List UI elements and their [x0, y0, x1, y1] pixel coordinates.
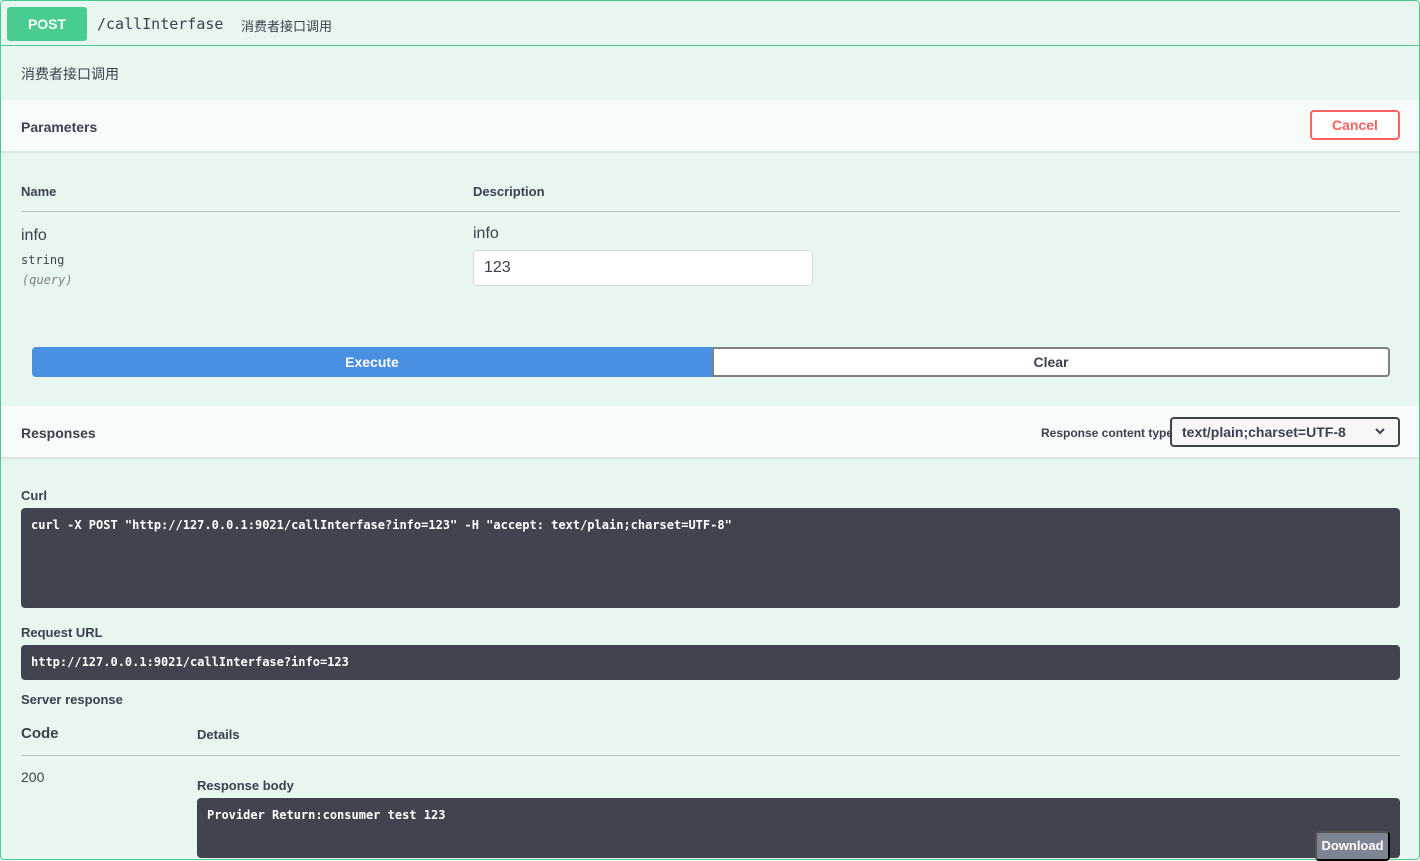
method-badge: POST — [7, 7, 87, 41]
param-description: info — [473, 225, 499, 242]
cancel-button[interactable]: Cancel — [1310, 110, 1400, 140]
server-response-label: Server response — [21, 692, 123, 707]
response-code: 200 — [21, 769, 45, 785]
operation-block: POST /callInterfase 消费者接口调用 消费者接口调用 Para… — [0, 0, 1420, 861]
response-content-type-label: Response content type — [1041, 426, 1174, 440]
response-content-type-value: text/plain;charset=UTF-8 — [1182, 424, 1346, 440]
parameters-header: Parameters Cancel — [1, 100, 1419, 152]
download-button[interactable]: Download — [1315, 831, 1390, 861]
clear-button[interactable]: Clear — [712, 347, 1390, 377]
param-location: (query) — [22, 273, 73, 287]
operation-description: 消费者接口调用 — [21, 66, 119, 82]
execute-button[interactable]: Execute — [32, 347, 712, 377]
response-body-label: Response body — [197, 778, 294, 793]
param-name: info — [21, 227, 47, 244]
param-col-name: Name — [21, 184, 57, 199]
request-url-label: Request URL — [21, 625, 103, 640]
curl-label: Curl — [21, 488, 47, 503]
info-input[interactable] — [473, 250, 813, 286]
param-table-divider — [21, 211, 1400, 212]
operation-summary-text: 消费者接口调用 — [241, 19, 333, 34]
response-code-header: Code — [21, 725, 59, 742]
param-col-description: Description — [473, 184, 545, 199]
request-url-code[interactable]: http://127.0.0.1:9021/callInterfase?info… — [21, 645, 1400, 680]
parameters-title: Parameters — [21, 119, 98, 135]
curl-code[interactable]: curl -X POST "http://127.0.0.1:9021/call… — [21, 508, 1400, 608]
response-content-type-select[interactable]: text/plain;charset=UTF-8 — [1170, 417, 1400, 447]
operation-summary[interactable]: POST /callInterfase 消费者接口调用 — [1, 1, 1419, 46]
responses-title: Responses — [21, 425, 96, 441]
response-table-divider — [21, 755, 1400, 756]
operation-path: /callInterfase — [97, 15, 224, 33]
response-details-header: Details — [197, 727, 240, 742]
chevron-down-icon — [1374, 419, 1386, 454]
param-type: string — [21, 253, 65, 267]
response-body-code[interactable]: Provider Return:consumer test 123 — [197, 798, 1400, 858]
